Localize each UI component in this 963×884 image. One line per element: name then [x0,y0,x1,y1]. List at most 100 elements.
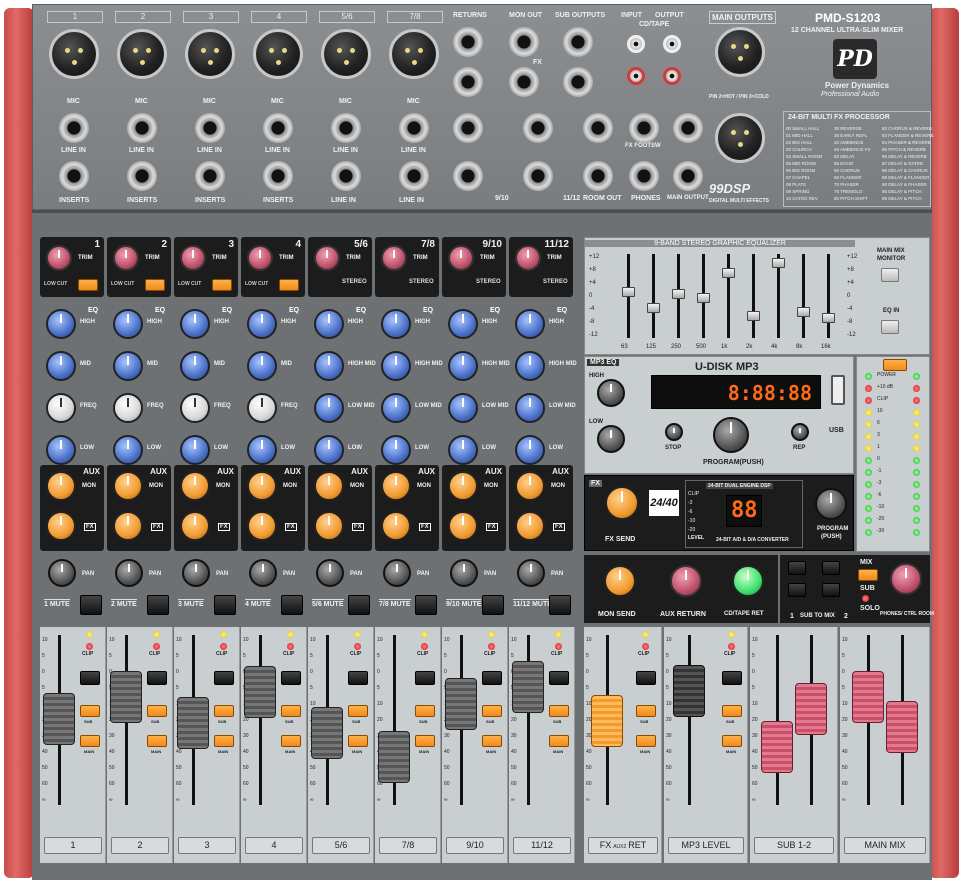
sub2-to-mix-button[interactable] [822,561,840,575]
trim-knob[interactable] [314,245,340,271]
geq-band-fader[interactable] [647,302,660,313]
fader-knob[interactable] [761,721,794,774]
mp3-stop-button[interactable] [665,423,683,441]
insert-jack[interactable] [127,161,157,191]
aux-fx-knob[interactable] [515,511,545,541]
solo-button[interactable] [549,671,569,685]
main-assign-button[interactable] [214,735,234,747]
line-input-jack[interactable] [263,113,293,143]
fx-program-knob[interactable] [815,488,847,520]
sub-assign-button[interactable] [636,705,656,717]
trim-knob[interactable] [515,245,541,271]
eq-freq-knob[interactable] [180,393,210,423]
mon-send-knob[interactable] [604,565,636,597]
main-assign-button[interactable] [722,735,742,747]
aux-fx-knob[interactable] [247,511,277,541]
phones-ctrl-room-knob[interactable] [890,563,922,595]
insert-jack[interactable] [195,161,225,191]
main-output-left-xlr[interactable] [715,27,765,77]
eq-high-knob[interactable] [247,309,277,339]
aux-mon-knob[interactable] [46,471,76,501]
pan-knob[interactable] [383,559,411,587]
aux-mon-knob[interactable] [113,471,143,501]
aux-mon-knob[interactable] [448,471,478,501]
sub-assign-button[interactable] [549,705,569,717]
eq-mid-knob[interactable] [46,351,76,381]
eq-mid-knob[interactable] [180,351,210,381]
pan-knob[interactable] [115,559,143,587]
fader-knob[interactable] [177,697,210,750]
main-assign-button[interactable] [415,735,435,747]
solo-button[interactable] [80,671,100,685]
main-assign-button[interactable] [348,735,368,747]
pan-knob[interactable] [450,559,478,587]
aux-mon-knob[interactable] [381,471,411,501]
mic-input-xlr[interactable] [321,29,371,79]
fx-out-jack[interactable] [509,67,539,97]
eq-high-knob[interactable] [180,309,210,339]
main-output-right-jack[interactable] [673,161,703,191]
aux-fx-knob[interactable] [381,511,411,541]
eq-high-knob[interactable] [113,309,143,339]
line-input-jack[interactable] [331,113,361,143]
line-in-1112-left-jack[interactable] [523,113,553,143]
eq-freq-knob[interactable] [247,393,277,423]
insert-jack[interactable] [263,161,293,191]
mute-button[interactable] [415,595,437,615]
geq-band-fader[interactable] [672,289,685,300]
line-input-jack[interactable] [127,113,157,143]
mic-input-xlr[interactable] [389,29,439,79]
mic-input-xlr[interactable] [49,29,99,79]
eq-low-knob[interactable] [515,435,545,465]
sub-assign-button[interactable] [722,705,742,717]
aux-mon-knob[interactable] [247,471,277,501]
trim-knob[interactable] [448,245,474,271]
aux-mon-knob[interactable] [515,471,545,501]
phantom-power-switch[interactable] [883,359,907,371]
mp3-eq-low-knob[interactable] [597,425,625,453]
aux-fx-knob[interactable] [113,511,143,541]
geq-band-fader[interactable] [697,293,710,303]
solo-button[interactable] [636,671,656,685]
line-input-jack[interactable] [195,113,225,143]
sub-assign-button[interactable] [214,705,234,717]
eq-low-knob[interactable] [448,435,478,465]
low-cut-button[interactable] [78,279,98,291]
line-input-right-jack[interactable] [399,161,429,191]
eq-low-mid-knob[interactable] [448,393,478,423]
aux-mon-knob[interactable] [314,471,344,501]
fx-send-knob[interactable] [605,486,639,520]
eq-low-mid-knob[interactable] [515,393,545,423]
insert-jack[interactable] [59,161,89,191]
eq-low-mid-knob[interactable] [381,393,411,423]
mic-input-xlr[interactable] [185,29,235,79]
eq-low-knob[interactable] [46,435,76,465]
room-out-right-jack[interactable] [583,161,613,191]
sub-assign-button[interactable] [415,705,435,717]
mute-button[interactable] [80,595,102,615]
solo-button[interactable] [722,671,742,685]
cd-input-left-rca[interactable] [627,35,645,53]
eq-high-knob[interactable] [381,309,411,339]
main-assign-button[interactable] [549,735,569,747]
aux-mon-knob[interactable] [180,471,210,501]
fx-footswitch-jack[interactable] [629,113,659,143]
fader-knob[interactable] [311,707,344,759]
eq-low-knob[interactable] [180,435,210,465]
eq-low-knob[interactable] [113,435,143,465]
main-assign-button[interactable] [636,735,656,747]
return-left-jack[interactable] [453,27,483,57]
eq-high-mid-knob[interactable] [314,351,344,381]
trim-knob[interactable] [381,245,407,271]
mute-button[interactable] [214,595,236,615]
geq-band-fader[interactable] [747,310,760,321]
eq-low-knob[interactable] [247,435,277,465]
cd-tape-return-knob[interactable] [732,565,764,597]
sub-output-1-jack[interactable] [563,27,593,57]
geq-band-fader[interactable] [772,257,785,268]
line-in-910-left-jack[interactable] [453,113,483,143]
geq-band-fader[interactable] [797,306,810,317]
solo-button[interactable] [281,671,301,685]
sub-assign-button[interactable] [147,705,167,717]
fader-knob[interactable] [445,678,478,731]
